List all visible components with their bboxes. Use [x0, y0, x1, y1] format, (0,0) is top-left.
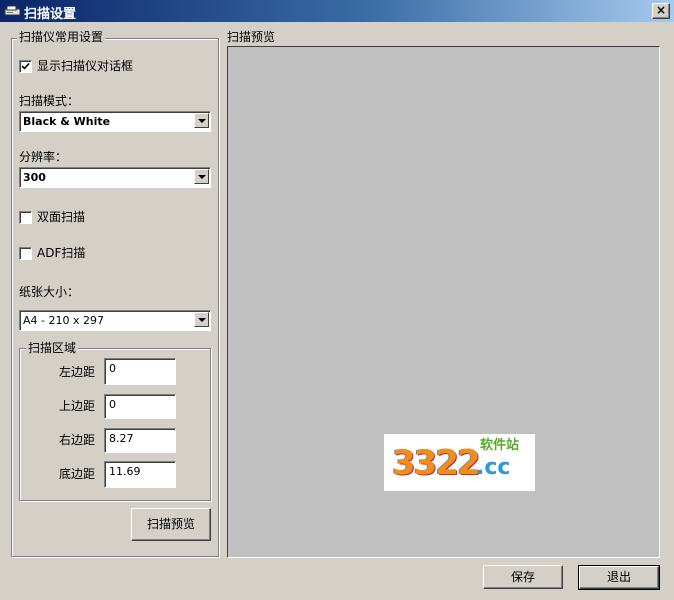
title-bar[interactable]: 扫描设置 × — [0, 0, 674, 22]
right-margin-label: 右边距 — [59, 433, 96, 447]
scan-mode-value: Black & White — [23, 115, 111, 128]
check-icon — [21, 62, 30, 70]
close-button[interactable]: × — [652, 3, 670, 19]
scanner-settings-legend: 扫描仪常用设置 — [17, 30, 106, 44]
resolution-label: 分辨率： — [19, 150, 68, 164]
top-margin-value: 0 — [109, 398, 116, 411]
scan-area-legend: 扫描区域 — [26, 341, 79, 355]
scan-preview-button[interactable]: 扫描预览 — [131, 508, 211, 541]
scan-mode-select[interactable]: Black & White — [19, 111, 211, 132]
duplex-checkbox[interactable] — [19, 211, 32, 224]
save-button-label: 保存 — [510, 570, 535, 584]
right-margin-value: 8.27 — [109, 432, 134, 445]
exit-button[interactable]: 退出 — [578, 565, 660, 590]
left-margin-input[interactable]: 0 — [104, 358, 176, 385]
duplex-label: 双面扫描 — [37, 210, 86, 224]
site-watermark-logo: 3322 .cc 软件站 — [384, 434, 535, 491]
save-button[interactable]: 保存 — [483, 565, 563, 589]
paper-size-label: 纸张大小： — [19, 285, 80, 299]
window-title: 扫描设置 — [24, 7, 77, 22]
preview-legend: 扫描预览 — [227, 30, 276, 44]
left-margin-label: 左边距 — [59, 365, 96, 379]
chevron-down-icon[interactable] — [194, 113, 209, 128]
watermark-number: 3322 — [392, 443, 481, 483]
show-dialog-label: 显示扫描仪对话框 — [37, 59, 134, 73]
close-icon: × — [655, 3, 667, 17]
paper-size-select[interactable]: A4 - 210 x 297 — [19, 310, 211, 331]
watermark-tag: 软件站 — [480, 438, 520, 453]
bottom-margin-value: 11.69 — [109, 465, 141, 478]
watermark-domain: .cc — [476, 455, 511, 480]
exit-button-label: 退出 — [606, 570, 631, 584]
chevron-down-icon[interactable] — [194, 169, 209, 184]
adf-label: ADF扫描 — [37, 246, 86, 260]
scan-mode-label: 扫描模式： — [19, 94, 80, 108]
bottom-margin-label: 底边距 — [59, 467, 96, 481]
bottom-margin-input[interactable]: 11.69 — [104, 461, 176, 488]
right-margin-input[interactable]: 8.27 — [104, 428, 176, 453]
top-margin-label: 上边距 — [59, 399, 96, 413]
show-dialog-checkbox[interactable] — [19, 60, 32, 73]
scan-preview-button-label: 扫描预览 — [146, 517, 195, 531]
paper-size-value: A4 - 210 x 297 — [23, 314, 104, 327]
resolution-value: 300 — [23, 171, 46, 184]
resolution-select[interactable]: 300 — [19, 167, 211, 188]
left-margin-value: 0 — [109, 362, 116, 375]
adf-checkbox[interactable] — [19, 247, 32, 260]
top-margin-input[interactable]: 0 — [104, 394, 176, 419]
scanner-icon — [4, 4, 22, 18]
chevron-down-icon[interactable] — [194, 312, 209, 327]
